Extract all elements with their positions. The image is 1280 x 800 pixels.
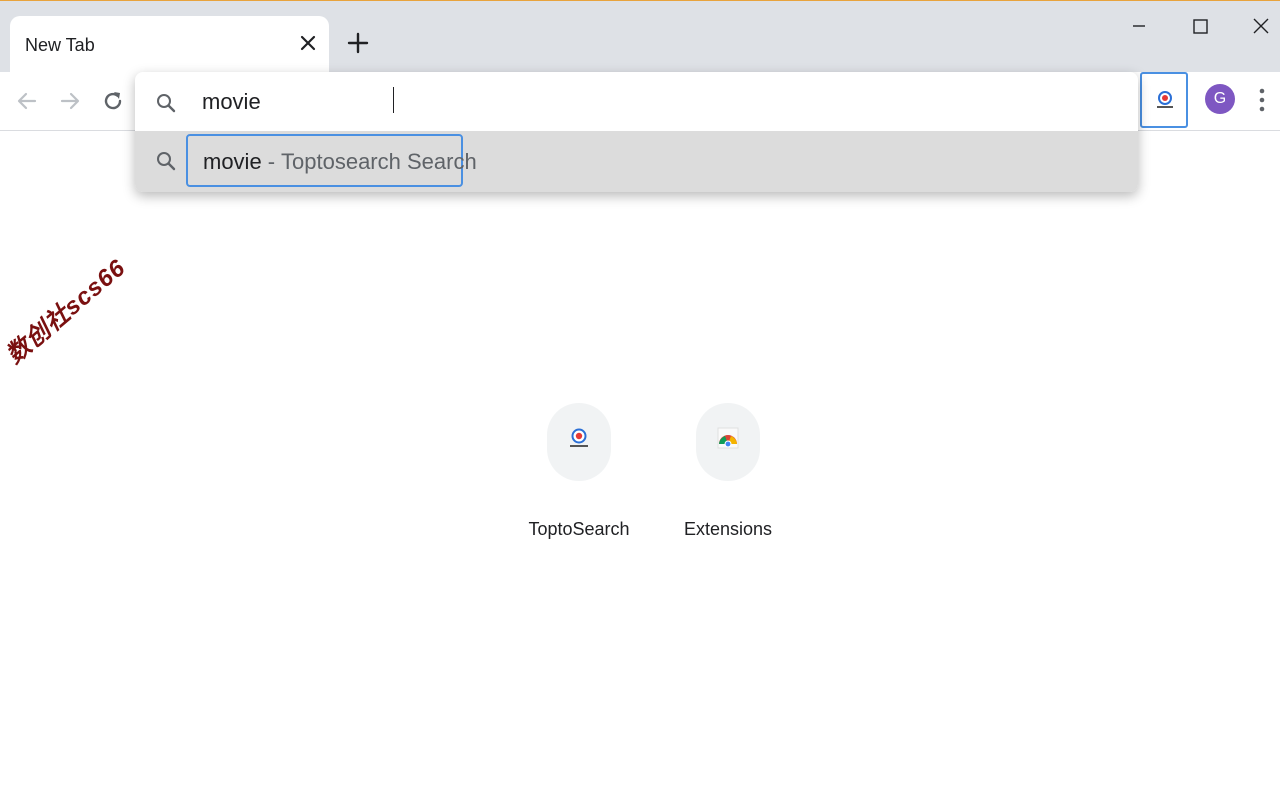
suggestion-focus-ring: movie - Toptosearch Search	[186, 134, 477, 187]
suggestion-engine: Toptosearch Search	[281, 149, 477, 174]
more-vert-icon[interactable]	[1252, 84, 1272, 116]
window-close-icon[interactable]	[1241, 11, 1280, 43]
tab-title: New Tab	[25, 35, 95, 55]
shortcut-tile	[696, 403, 760, 481]
toptosearch-logo-icon	[1154, 89, 1176, 111]
suggestion-text: movie - Toptosearch Search	[203, 149, 477, 175]
chrome-extensions-icon	[716, 426, 740, 450]
back-arrow-icon[interactable]	[13, 87, 41, 115]
reload-icon[interactable]	[99, 87, 127, 115]
omnibox-input-row	[135, 72, 1138, 131]
shortcut-label: ToptoSearch	[528, 519, 630, 539]
toptosearch-extension-button[interactable]	[1140, 72, 1188, 128]
omnibox-suggestion[interactable]: movie - Toptosearch Search	[135, 131, 1138, 192]
tab-strip: New Tab	[0, 1, 1280, 72]
shortcut-tile	[547, 403, 611, 481]
suggestion-query: movie	[203, 149, 262, 174]
shortcut-toptosearch[interactable]: ToptoSearch	[509, 403, 649, 553]
browser-window: New Tab G movie movie - Toptosearch Sear…	[0, 0, 1280, 800]
forward-arrow-icon[interactable]	[56, 87, 84, 115]
suggestion-separator: -	[267, 149, 276, 174]
new-tab-plus-icon[interactable]	[345, 30, 371, 56]
profile-avatar[interactable]: G	[1205, 84, 1235, 114]
maximize-icon[interactable]	[1180, 11, 1220, 43]
close-icon[interactable]	[297, 32, 319, 54]
address-bar-input[interactable]	[202, 86, 802, 118]
shortcut-label: Extensions	[683, 519, 773, 539]
shortcut-extensions[interactable]: Extensions	[658, 403, 798, 553]
tab-new-tab[interactable]: New Tab	[10, 16, 329, 72]
search-icon	[155, 92, 177, 114]
toptosearch-logo-icon	[567, 426, 591, 450]
suggestion-search-icon	[155, 150, 177, 172]
omnibox-popup: movie-Toptosearch Search	[135, 72, 1138, 192]
text-caret	[393, 87, 394, 113]
watermark: 数创社scs66	[1, 254, 132, 370]
minimize-icon[interactable]	[1119, 11, 1159, 43]
